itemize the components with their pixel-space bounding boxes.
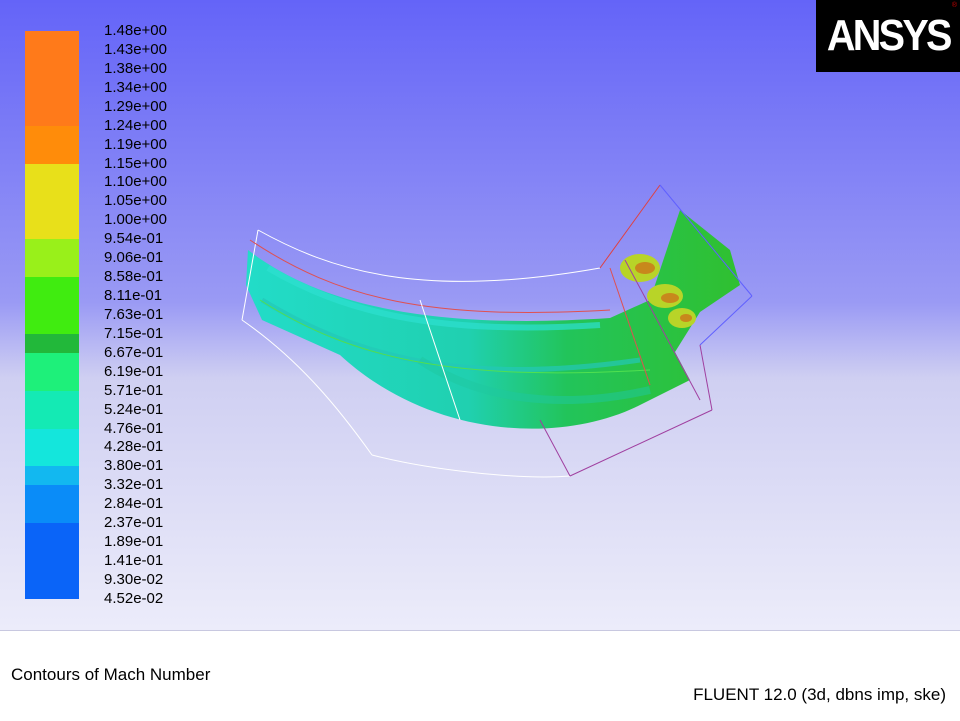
contour-plot: [241, 184, 753, 478]
solver-info: FLUENT 12.0 (3d, dbns imp, ske): [693, 685, 946, 704]
blade-surface: [246, 210, 740, 429]
graphics-viewport[interactable]: 1.48e+00 1.43e+00 1.38e+00 1.34e+00 1.29e+00…: [0, 0, 960, 630]
caption-bar: Contours of Mach Number FLUENT 12.0 (3d,…: [0, 630, 960, 721]
logo-registered-mark: ®: [951, 2, 957, 9]
ansys-logo: ANSYS ®: [816, 0, 960, 72]
plot-title: Contours of Mach Number: [11, 665, 211, 684]
logo-text: ANSYS: [826, 11, 953, 60]
